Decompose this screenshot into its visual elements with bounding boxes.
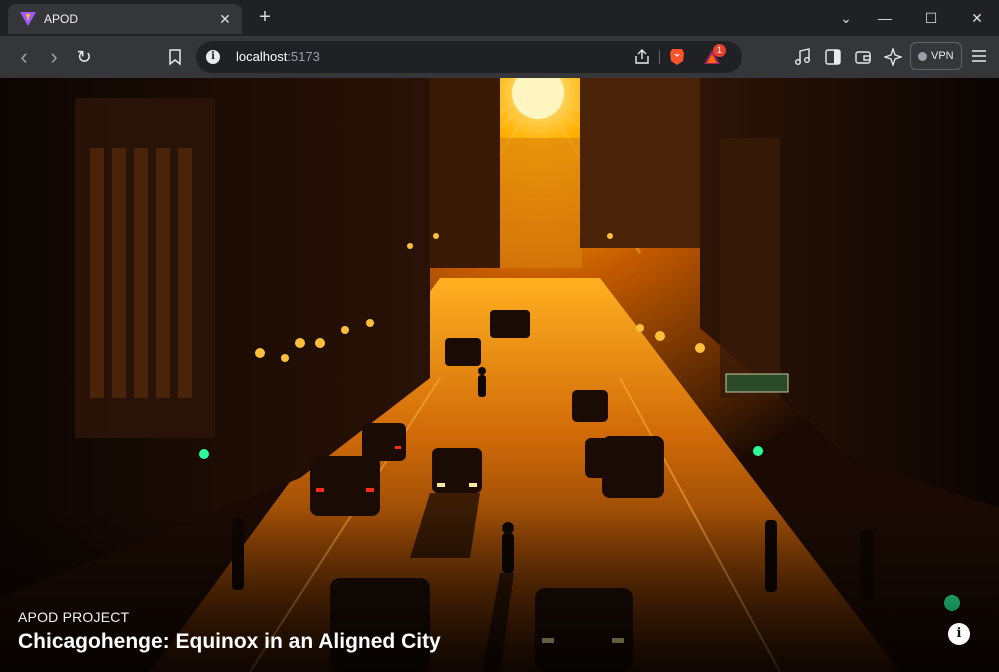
tab-strip: APOD ✕ + ⌄ — ☐ ✕ xyxy=(0,0,999,36)
apod-photo xyxy=(0,78,999,672)
site-info-icon[interactable]: i xyxy=(206,50,220,64)
url-host: localhost xyxy=(236,49,288,64)
vpn-status-icon xyxy=(918,52,927,61)
page-title: Chicagohenge: Equinox in an Aligned City xyxy=(18,630,441,653)
forward-button[interactable]: › xyxy=(42,45,66,69)
wallet-icon[interactable] xyxy=(854,48,872,66)
hamburger-menu-icon[interactable] xyxy=(971,49,987,63)
bookmark-icon[interactable] xyxy=(166,48,184,66)
share-icon[interactable] xyxy=(634,49,650,65)
page-subtitle: APOD PROJECT xyxy=(18,609,130,625)
vite-logo-icon xyxy=(20,12,36,26)
back-button[interactable]: ‹ xyxy=(12,45,36,69)
reload-button[interactable]: ↻ xyxy=(72,45,96,69)
media-music-icon[interactable] xyxy=(794,48,812,66)
url-port: :5173 xyxy=(287,49,320,64)
close-window-button[interactable]: ✕ xyxy=(954,6,999,30)
url-text[interactable]: localhost:5173 xyxy=(236,49,320,64)
maximize-window-button[interactable]: ☐ xyxy=(908,6,954,30)
address-bar[interactable]: i localhost:5173 1 xyxy=(196,41,742,73)
info-button-icon[interactable]: i xyxy=(948,623,970,645)
minimize-window-button[interactable]: — xyxy=(862,6,908,30)
brave-shields-icon[interactable] xyxy=(669,48,685,66)
address-separator xyxy=(659,50,660,64)
apod-page: APOD PROJECT Chicagohenge: Equinox in an… xyxy=(0,78,999,672)
browser-toolbar: ‹ › ↻ i localhost:5173 1 VPN xyxy=(0,36,999,78)
tab-title: APOD xyxy=(44,12,79,26)
tab-apod[interactable]: APOD ✕ xyxy=(8,4,242,34)
rewards-badge: 1 xyxy=(713,44,726,57)
tab-close-icon[interactable]: ✕ xyxy=(216,10,234,28)
sidebar-icon[interactable] xyxy=(824,48,842,66)
leo-ai-icon[interactable] xyxy=(884,48,902,66)
vpn-button[interactable]: VPN xyxy=(910,42,962,70)
new-tab-button[interactable]: + xyxy=(254,7,276,29)
vpn-label: VPN xyxy=(931,50,954,62)
